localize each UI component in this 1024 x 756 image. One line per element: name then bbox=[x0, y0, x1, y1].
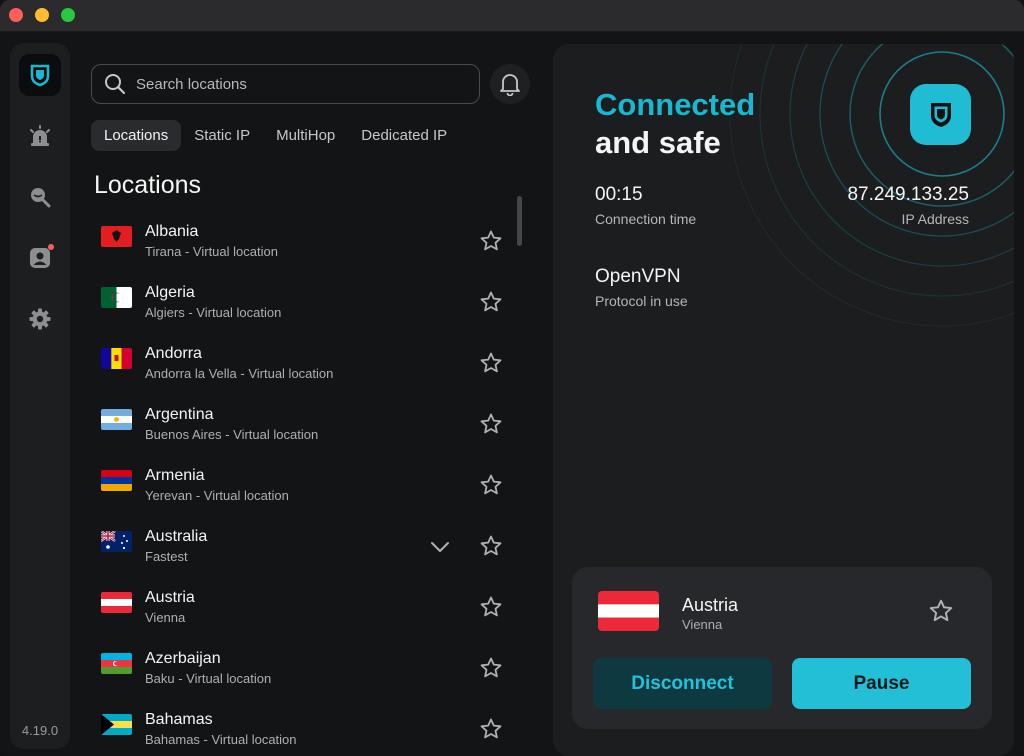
location-city: Buenos Aires - Virtual location bbox=[145, 427, 319, 442]
shield-status-tile bbox=[910, 84, 971, 145]
current-location-card: Austria Vienna Disconnect Pause bbox=[572, 567, 992, 729]
star-icon[interactable] bbox=[479, 290, 503, 314]
list-item[interactable]: Argentina Buenos Aires - Virtual locatio… bbox=[91, 389, 511, 450]
chevron-down-icon[interactable] bbox=[429, 538, 451, 556]
list-scrollbar[interactable] bbox=[517, 196, 522, 246]
search-box[interactable] bbox=[91, 64, 480, 104]
location-tabs: Locations Static IP MultiHop Dedicated I… bbox=[91, 120, 460, 152]
location-city: Baku - Virtual location bbox=[145, 671, 272, 686]
location-name: Australia bbox=[145, 528, 208, 545]
location-name: Andorra bbox=[145, 345, 202, 362]
flag-albania bbox=[101, 226, 132, 247]
notifications-button[interactable] bbox=[490, 64, 530, 104]
current-city: Vienna bbox=[682, 617, 723, 632]
list-item[interactable]: Austria Vienna bbox=[91, 572, 511, 633]
list-item[interactable]: Australia Fastest bbox=[91, 511, 511, 572]
search-icon bbox=[105, 74, 126, 95]
location-city: Andorra la Vella - Virtual location bbox=[145, 366, 334, 381]
close-window-button[interactable] bbox=[9, 8, 23, 22]
location-name: Algeria bbox=[145, 284, 195, 301]
star-icon[interactable] bbox=[479, 229, 503, 253]
star-icon[interactable] bbox=[479, 595, 503, 619]
connection-time-label: Connection time bbox=[595, 211, 697, 227]
shield-icon bbox=[30, 64, 50, 87]
location-city: Tirana - Virtual location bbox=[145, 244, 278, 259]
location-city: Fastest bbox=[145, 549, 188, 564]
ip-address-label: IP Address bbox=[901, 211, 969, 227]
flag-argentina bbox=[101, 409, 132, 430]
pause-button[interactable]: Pause bbox=[792, 658, 971, 709]
tab-locations[interactable]: Locations bbox=[91, 120, 182, 151]
tab-dedicated-ip[interactable]: Dedicated IP bbox=[348, 120, 460, 151]
location-city: Bahamas - Virtual location bbox=[145, 732, 297, 747]
location-name: Bahamas bbox=[145, 711, 213, 728]
flag-algeria bbox=[101, 287, 132, 308]
location-name: Armenia bbox=[145, 467, 205, 484]
tab-multihop[interactable]: MultiHop bbox=[263, 120, 348, 151]
flag-andorra bbox=[101, 348, 132, 369]
connection-panel: Connected and safe 00:15 Connection time… bbox=[553, 44, 1014, 756]
locations-list: Albania Tirana - Virtual location Algeri… bbox=[91, 206, 511, 756]
app-window: 4.19.0 Locations Static IP MultiHop Dedi… bbox=[0, 0, 1024, 756]
minimize-window-button[interactable] bbox=[35, 8, 49, 22]
search-input[interactable] bbox=[136, 75, 456, 93]
alarm-icon bbox=[30, 125, 50, 146]
connection-time-value: 00:15 bbox=[595, 184, 643, 205]
location-name: Argentina bbox=[145, 406, 214, 423]
shield-icon bbox=[930, 102, 951, 127]
flag-austria bbox=[598, 591, 659, 631]
star-icon[interactable] bbox=[928, 598, 954, 624]
status-connected: Connected bbox=[595, 87, 756, 122]
star-icon[interactable] bbox=[479, 473, 503, 497]
list-item[interactable]: Azerbaijan Baku - Virtual location bbox=[91, 633, 511, 694]
maximize-window-button[interactable] bbox=[61, 8, 75, 22]
list-item[interactable]: Armenia Yerevan - Virtual location bbox=[91, 450, 511, 511]
title-bar bbox=[0, 0, 1024, 32]
sidebar-item-alert[interactable] bbox=[25, 121, 55, 151]
notification-dot bbox=[48, 244, 54, 250]
bell-icon bbox=[500, 74, 520, 96]
star-icon[interactable] bbox=[479, 717, 503, 741]
sidebar-item-account[interactable] bbox=[25, 243, 55, 273]
disconnect-button[interactable]: Disconnect bbox=[593, 658, 772, 709]
location-name: Albania bbox=[145, 223, 199, 240]
search-eye-icon bbox=[31, 188, 51, 208]
flag-bahamas bbox=[101, 714, 132, 735]
list-item[interactable]: Bahamas Bahamas - Virtual location bbox=[91, 694, 511, 755]
flag-australia bbox=[101, 531, 132, 552]
star-icon[interactable] bbox=[479, 656, 503, 680]
star-icon[interactable] bbox=[479, 534, 503, 558]
location-name: Azerbaijan bbox=[145, 650, 221, 667]
star-icon[interactable] bbox=[479, 412, 503, 436]
locations-heading: Locations bbox=[94, 171, 202, 199]
sidebar-item-alert-search[interactable] bbox=[25, 182, 55, 212]
account-icon bbox=[30, 248, 50, 268]
list-item[interactable]: Albania Tirana - Virtual location bbox=[91, 206, 511, 267]
tab-static-ip[interactable]: Static IP bbox=[181, 120, 263, 151]
sidebar-item-settings[interactable] bbox=[25, 304, 55, 334]
location-name: Austria bbox=[145, 589, 195, 606]
app-version: 4.19.0 bbox=[21, 723, 59, 738]
gear-icon bbox=[29, 308, 51, 330]
protocol-value: OpenVPN bbox=[595, 266, 681, 287]
ip-address-value: 87.249.133.25 bbox=[847, 184, 969, 205]
status-safe: and safe bbox=[595, 125, 721, 160]
surfshark-logo[interactable] bbox=[19, 54, 61, 96]
sidebar: 4.19.0 bbox=[10, 43, 70, 749]
current-country: Austria bbox=[682, 595, 739, 615]
flag-azerbaijan bbox=[101, 653, 132, 674]
flag-armenia bbox=[101, 470, 132, 491]
star-icon[interactable] bbox=[479, 351, 503, 375]
location-city: Vienna bbox=[145, 610, 186, 625]
list-item[interactable]: Andorra Andorra la Vella - Virtual locat… bbox=[91, 328, 511, 389]
location-city: Algiers - Virtual location bbox=[145, 305, 282, 320]
location-city: Yerevan - Virtual location bbox=[145, 488, 289, 503]
flag-austria bbox=[101, 592, 132, 613]
list-item[interactable]: Algeria Algiers - Virtual location bbox=[91, 267, 511, 328]
protocol-label: Protocol in use bbox=[595, 293, 688, 309]
